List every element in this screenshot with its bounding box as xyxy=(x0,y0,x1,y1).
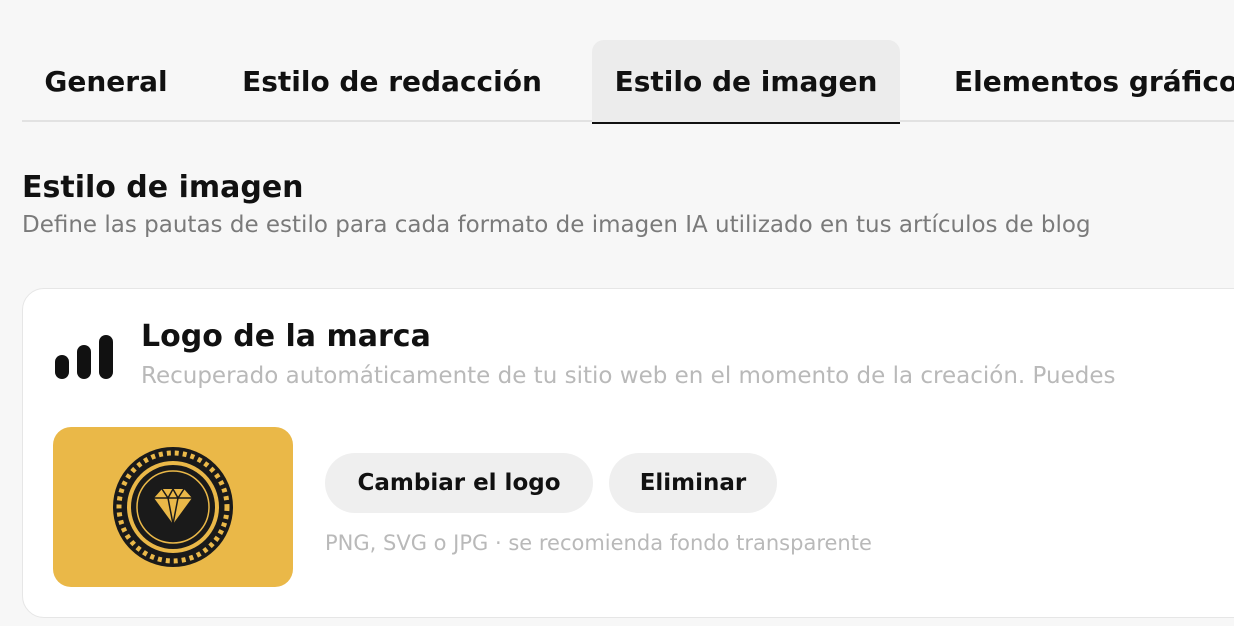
change-logo-button[interactable]: Cambiar el logo xyxy=(325,453,593,513)
section-description: Define las pautas de estilo para cada fo… xyxy=(22,212,1091,238)
remove-logo-button[interactable]: Eliminar xyxy=(609,453,777,513)
tab-elementos-graficos[interactable]: Elementos gráficos xyxy=(928,40,1234,122)
brand-settings-page: General Estilo de redacción Estilo de im… xyxy=(0,0,1234,626)
logo-preview xyxy=(53,427,293,587)
card-subtitle: Recuperado automáticamente de tu sitio w… xyxy=(141,363,1116,389)
logo-card: Logo de la marca Recuperado automáticame… xyxy=(22,288,1234,618)
card-title: Logo de la marca xyxy=(141,319,431,354)
file-format-hint: PNG, SVG o JPG · se recomienda fondo tra… xyxy=(325,531,872,555)
tab-bar: General Estilo de redacción Estilo de im… xyxy=(22,40,1234,124)
tab-estilo-redaccion[interactable]: Estilo de redacción xyxy=(212,40,572,122)
diamond-emblem-logo xyxy=(113,447,233,567)
section-title: Estilo de imagen xyxy=(22,170,304,205)
bar-signal-icon xyxy=(53,333,117,381)
tab-estilo-imagen[interactable]: Estilo de imagen xyxy=(592,40,900,124)
tab-general[interactable]: General xyxy=(22,40,190,122)
